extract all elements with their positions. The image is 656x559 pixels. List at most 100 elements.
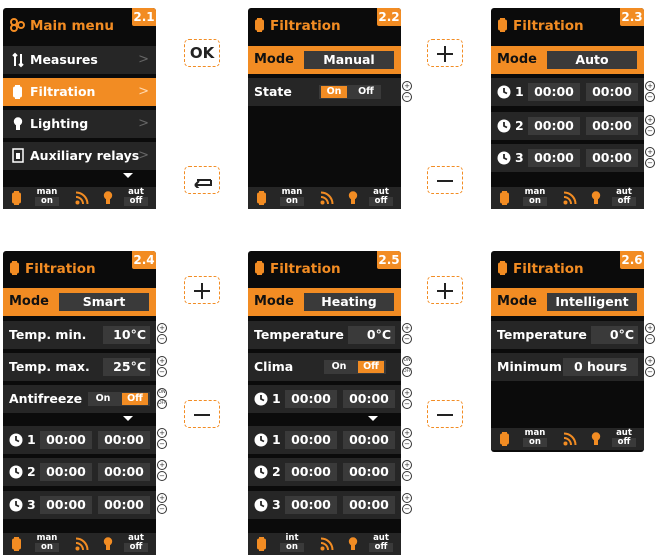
bulb-icon [591, 187, 601, 209]
rss-icon [319, 533, 334, 555]
pump-mode: man on [35, 187, 59, 206]
plus-minus-indicator: + − [402, 493, 412, 515]
clima-toggle[interactable]: On Off [324, 360, 386, 374]
state-row[interactable]: State On Off [248, 78, 401, 106]
light-mode: aut off [612, 429, 636, 447]
pump-status [256, 533, 268, 555]
plus-minus-indicator: + − [402, 323, 412, 345]
plus-button[interactable] [427, 39, 463, 67]
light-mode: aut off [124, 188, 148, 206]
plus-minus-indicator: + − [645, 356, 655, 378]
timer-start: 00:00 [528, 149, 580, 167]
minimum-row[interactable]: Minimum 0 hours [491, 353, 644, 381]
pump-mode: man on [523, 187, 547, 206]
screen-badge: 2.2 [377, 8, 401, 26]
temperature-value: 0°C [348, 326, 395, 344]
plus-button[interactable] [427, 276, 463, 304]
timer-row[interactable]: 3 00:00 00:00 [3, 491, 156, 519]
minus-button[interactable] [427, 166, 463, 194]
minus-icon [194, 414, 210, 416]
rss-icon [562, 428, 577, 450]
antifreeze-toggle[interactable]: On Off [88, 392, 150, 406]
pump-status [499, 428, 511, 450]
chevron-right-icon: > [138, 52, 149, 67]
menu-item-measures[interactable]: Measures > [3, 46, 156, 74]
screen-filtration-intelligent: 2.6 Filtration Mode Intelligent Temperatu… [491, 251, 644, 452]
mode-row[interactable]: Mode Smart [3, 288, 156, 316]
clock-icon [497, 85, 511, 99]
mode-value: Heating [304, 293, 394, 311]
scroll-down-icon [123, 173, 133, 178]
bulb-icon [103, 533, 113, 555]
temp-max-row[interactable]: Temp. max. 25°C [3, 353, 156, 381]
timer-start: 00:00 [285, 390, 337, 408]
light-mode: aut off [612, 188, 636, 206]
temperature-value: 0°C [591, 326, 638, 344]
temp-min-row[interactable]: Temp. min. 10°C [3, 321, 156, 349]
bulb-icon [348, 187, 358, 209]
plus-minus-indicator: + − [157, 323, 167, 345]
clock-icon [254, 498, 268, 512]
plus-minus-indicator: + − [402, 81, 412, 103]
state-toggle[interactable]: On Off [319, 85, 381, 99]
light-mode: aut off [369, 534, 393, 552]
ok-button[interactable]: OK [184, 39, 220, 67]
timer-row[interactable]: 3 00:00 00:00 [248, 491, 401, 519]
temp-min-value: 10°C [103, 326, 150, 344]
screen-filtration-heating: 2.5 Filtration Mode Heating Temperature 0… [248, 251, 401, 555]
status-footer: man on aut off [3, 533, 156, 555]
screen-filtration-smart: 2.4 Filtration Mode Smart Temp. min. 10°C… [3, 251, 156, 555]
plus-button[interactable] [184, 276, 220, 304]
minus-button[interactable] [427, 400, 463, 428]
mode-row[interactable]: Mode Heating [248, 288, 401, 316]
bulb-icon [348, 533, 358, 555]
light-mode: aut off [124, 534, 148, 552]
clock-icon [254, 392, 268, 406]
back-arrow-icon [194, 179, 212, 188]
plus-minus-indicator: + − [402, 428, 412, 450]
screen-title: Filtration [497, 261, 584, 279]
menu-item-lighting[interactable]: Lighting > [3, 110, 156, 138]
status-footer: man on aut off [248, 187, 401, 209]
pump-icon [497, 18, 508, 36]
screen-filtration-manual: 2.2 Filtration Mode Manual State On Off m… [248, 8, 401, 209]
clima-row[interactable]: Clima On Off [248, 353, 401, 381]
menu-item-auxiliary-relays[interactable]: Auxiliary relays > [3, 142, 156, 170]
screen-badge: 2.1 [132, 8, 156, 26]
pump-mode: man on [35, 533, 59, 552]
minimum-value: 0 hours [563, 358, 638, 376]
timer-row[interactable]: 1 00:00 00:00 [3, 426, 156, 454]
menu-item-filtration[interactable]: Filtration > [3, 78, 156, 106]
antifreeze-row[interactable]: Antifreeze On Off [3, 385, 156, 413]
timer-row[interactable]: 1 00:00 00:00 [248, 385, 401, 413]
plus-minus-indicator: + − [402, 460, 412, 482]
timer-row[interactable]: 1 00:00 00:00 [491, 78, 644, 106]
timer-end: 00:00 [98, 463, 150, 481]
timer-end: 00:00 [586, 117, 638, 135]
plus-minus-indicator: + − [402, 388, 412, 410]
temperature-row[interactable]: Temperature 0°C [248, 321, 401, 349]
minus-button[interactable] [184, 400, 220, 428]
temperature-row[interactable]: Temperature 0°C [491, 321, 644, 349]
back-button[interactable] [184, 166, 220, 194]
chevron-right-icon: > [138, 84, 149, 99]
timer-row[interactable]: 2 00:00 00:00 [491, 112, 644, 140]
rss-icon [74, 533, 89, 555]
mode-row[interactable]: Mode Auto [491, 46, 644, 74]
rss-icon [562, 187, 577, 209]
mode-value: Manual [304, 51, 394, 69]
plus-minus-indicator: + − [157, 493, 167, 515]
clock-icon [9, 433, 23, 447]
timer-start: 00:00 [40, 463, 92, 481]
bulb-icon [103, 187, 113, 209]
timer-row[interactable]: 2 00:00 00:00 [3, 458, 156, 486]
mode-row[interactable]: Mode Manual [248, 46, 401, 74]
mode-row[interactable]: Mode Intelligent [491, 288, 644, 316]
timer-row[interactable]: 3 00:00 00:00 [491, 144, 644, 172]
plus-minus-indicator: + − [157, 460, 167, 482]
timer-row[interactable]: 2 00:00 00:00 [248, 458, 401, 486]
chevron-right-icon: > [138, 116, 149, 131]
screen-badge: 2.6 [620, 251, 644, 269]
timer-row[interactable]: 1 00:00 00:00 [248, 426, 401, 454]
timer-end: 00:00 [343, 463, 395, 481]
